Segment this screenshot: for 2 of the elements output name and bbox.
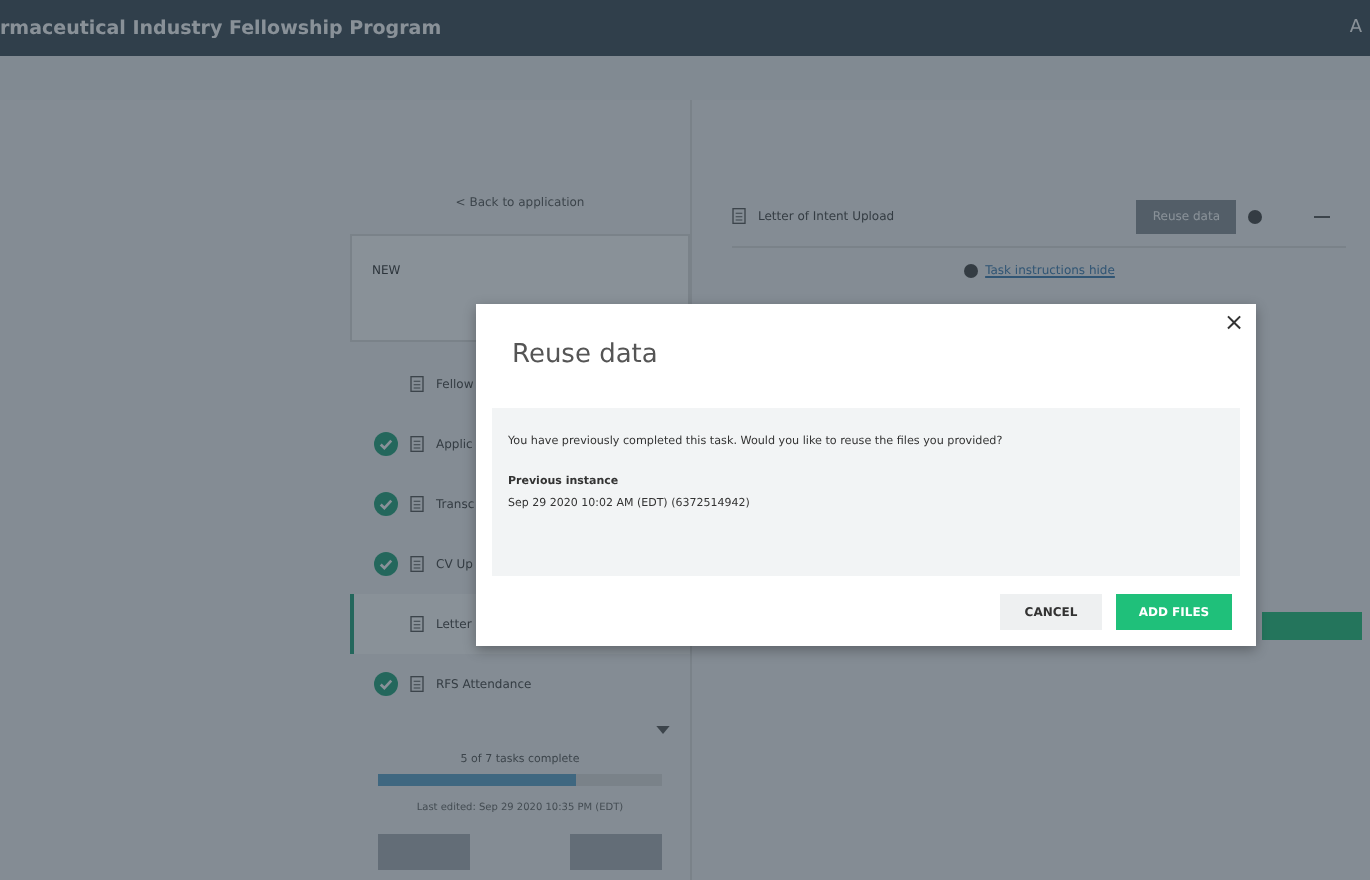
app-title: rmaceutical Industry Fellowship Program (0, 17, 442, 39)
dialog-title: Reuse data (512, 338, 658, 374)
